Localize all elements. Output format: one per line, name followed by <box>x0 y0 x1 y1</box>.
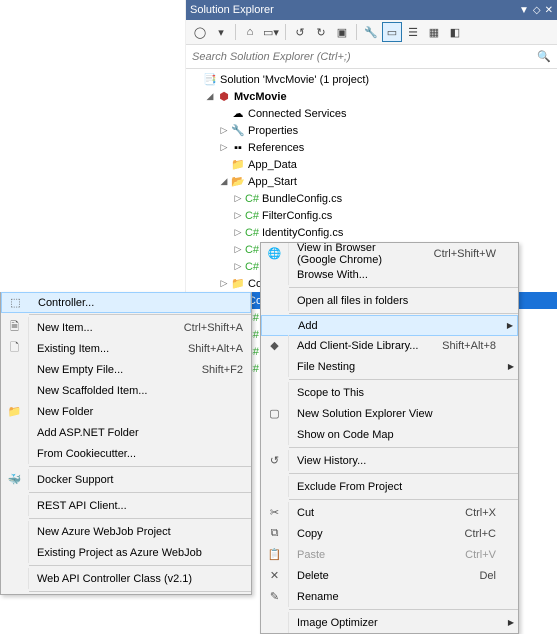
tree-appdata[interactable]: 📁App_Data <box>186 156 557 173</box>
menu-new-empty[interactable]: New Empty File...Shift+F2 <box>1 359 251 380</box>
menu-azure[interactable]: New Azure WebJob Project <box>1 521 251 542</box>
menu-rest[interactable]: REST API Client... <box>1 495 251 516</box>
menu-scope[interactable]: Scope to This <box>261 382 518 403</box>
vb-icon: ⬢ <box>216 90 232 103</box>
existing-item-icon: 🗋 <box>1 338 29 359</box>
extra-icon[interactable]: ◧ <box>445 22 465 42</box>
menu-rename[interactable]: ✎Rename <box>261 586 518 607</box>
menu-paste: 📋PasteCtrl+V <box>261 544 518 565</box>
ref-icon: ▪▪ <box>230 142 246 154</box>
search-icon[interactable]: 🔍 <box>537 50 551 63</box>
copy-icon: ⧉ <box>261 523 289 544</box>
cs-icon: C# <box>244 210 260 222</box>
docker-icon: 🐳 <box>1 469 29 490</box>
menu-add-client[interactable]: ◆Add Client-Side Library...Shift+Alt+8 <box>261 335 518 356</box>
tree-solution[interactable]: 📑Solution 'MvcMovie' (1 project) <box>186 71 557 88</box>
folder-icon: 📁 <box>230 158 246 171</box>
menu-add[interactable]: Add▶ <box>261 315 518 336</box>
window-icon: ▢ <box>261 403 289 424</box>
menu-browse-with[interactable]: Browse With... <box>261 264 518 285</box>
wrench-icon: 🔧 <box>230 124 246 137</box>
folder-icon: 📂 <box>230 175 246 188</box>
menu-new-folder[interactable]: 📁New Folder <box>1 401 251 422</box>
refresh-icon[interactable]: ↻ <box>311 22 331 42</box>
tree-file[interactable]: ▷C#IdentityConfig.cs <box>186 224 557 241</box>
folder-icon: 📁 <box>230 277 246 290</box>
cs-icon: C# <box>244 244 260 256</box>
collapse-icon[interactable]: ▣ <box>332 22 352 42</box>
menu-existing-item[interactable]: 🗋Existing Item...Shift+Alt+A <box>1 338 251 359</box>
view-icon[interactable]: ▦ <box>424 22 444 42</box>
context-menu: 🌐View in Browser (Google Chrome)Ctrl+Shi… <box>260 242 519 634</box>
show-all-icon[interactable]: ▭▾ <box>261 22 281 42</box>
menu-docker[interactable]: 🐳Docker Support <box>1 469 251 490</box>
cut-icon: ✂ <box>261 502 289 523</box>
history-icon: ↺ <box>261 450 289 471</box>
back-icon[interactable]: ◯ <box>190 22 210 42</box>
pin-icon[interactable]: ◇ <box>533 5 541 16</box>
delete-icon: ✕ <box>261 565 289 586</box>
menu-azure-existing[interactable]: Existing Project as Azure WebJob <box>1 542 251 563</box>
tree-file[interactable]: ▷C#FilterConfig.cs <box>186 207 557 224</box>
library-icon: ◆ <box>261 335 289 356</box>
search-bar[interactable]: 🔍 <box>186 45 557 69</box>
folder-icon: 📁 <box>1 401 29 422</box>
cs-icon: C# <box>244 193 260 205</box>
menu-history[interactable]: ↺View History... <box>261 450 518 471</box>
menu-asp-folder[interactable]: Add ASP.NET Folder <box>1 422 251 443</box>
new-item-icon: 🗎 <box>1 317 29 338</box>
menu-image-opt[interactable]: Image Optimizer▶ <box>261 612 518 633</box>
menu-code-map[interactable]: Show on Code Map <box>261 424 518 445</box>
menu-file-nesting[interactable]: File Nesting▶ <box>261 356 518 377</box>
paste-icon: 📋 <box>261 544 289 565</box>
tree-appstart[interactable]: ◢📂App_Start <box>186 173 557 190</box>
solution-icon: 📑 <box>202 73 218 86</box>
menu-webapi[interactable]: Web API Controller Class (v2.1) <box>1 568 251 589</box>
menu-controller[interactable]: ⬚Controller... <box>1 292 251 313</box>
add-submenu: ⬚Controller... 🗎New Item...Ctrl+Shift+A … <box>0 292 252 595</box>
close-icon[interactable]: ✕ <box>545 5 553 16</box>
tree-references[interactable]: ▷▪▪References <box>186 139 557 156</box>
tree-connected[interactable]: ☁Connected Services <box>186 105 557 122</box>
search-input[interactable] <box>192 51 537 63</box>
tree-file[interactable]: ▷C#BundleConfig.cs <box>186 190 557 207</box>
menu-cut[interactable]: ✂CutCtrl+X <box>261 502 518 523</box>
cs-icon: C# <box>244 227 260 239</box>
menu-new-view[interactable]: ▢New Solution Explorer View <box>261 403 518 424</box>
menu-scaffold[interactable]: New Scaffolded Item... <box>1 380 251 401</box>
cs-icon: C# <box>244 261 260 273</box>
menu-exclude[interactable]: Exclude From Project <box>261 476 518 497</box>
forward-icon[interactable]: ▾ <box>211 22 231 42</box>
properties-icon[interactable]: ☰ <box>403 22 423 42</box>
home-icon[interactable]: ⌂ <box>240 22 260 42</box>
menu-copy[interactable]: ⧉CopyCtrl+C <box>261 523 518 544</box>
controller-icon: ⬚ <box>2 293 30 312</box>
panel-titlebar: Solution Explorer ▼ ◇ ✕ <box>186 0 557 20</box>
sync-icon[interactable]: ↺ <box>290 22 310 42</box>
browser-icon: 🌐 <box>261 243 289 264</box>
preview-icon[interactable]: ▭ <box>382 22 402 42</box>
menu-view-browser[interactable]: 🌐View in Browser (Google Chrome)Ctrl+Shi… <box>261 243 518 264</box>
menu-delete[interactable]: ✕DeleteDel <box>261 565 518 586</box>
tree-project[interactable]: ◢⬢MvcMovie <box>186 88 557 105</box>
menu-new-item[interactable]: 🗎New Item...Ctrl+Shift+A <box>1 317 251 338</box>
rename-icon: ✎ <box>261 586 289 607</box>
toolbar: ◯ ▾ ⌂ ▭▾ ↺ ↻ ▣ 🔧 ▭ ☰ ▦ ◧ <box>186 20 557 45</box>
panel-title: Solution Explorer <box>190 4 274 16</box>
wrench-icon[interactable]: 🔧 <box>361 22 381 42</box>
tree-properties[interactable]: ▷🔧Properties <box>186 122 557 139</box>
menu-cookie[interactable]: From Cookiecutter... <box>1 443 251 464</box>
menu-open-all[interactable]: Open all files in folders <box>261 290 518 311</box>
cloud-icon: ☁ <box>230 107 246 120</box>
dropdown-icon[interactable]: ▼ <box>519 5 529 16</box>
